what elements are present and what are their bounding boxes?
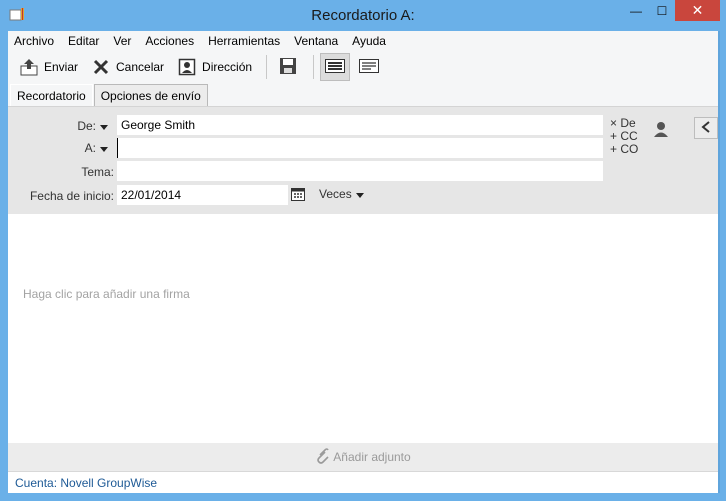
chevron-left-icon <box>701 120 711 136</box>
send-icon <box>18 57 40 77</box>
address-book-button[interactable]: Dirección <box>172 53 256 81</box>
from-dropdown-icon <box>100 125 108 130</box>
application-window: Recordatorio A: — ☐ ✕ Archivo Editar Ver… <box>0 0 726 501</box>
subject-label: Tema: <box>81 165 114 179</box>
tab-opciones-envio[interactable]: Opciones de envío <box>93 84 208 106</box>
cancel-label: Cancelar <box>116 60 165 74</box>
cancel-icon <box>90 57 112 77</box>
tab-strip: Recordatorio Opciones de envío <box>8 83 718 107</box>
paperclip-icon <box>315 447 330 467</box>
send-button[interactable]: Enviar <box>14 53 82 81</box>
send-label: Enviar <box>44 60 79 74</box>
toolbar-separator <box>266 55 268 79</box>
form-view-icon <box>325 58 346 76</box>
side-panel-toggle-button[interactable] <box>694 117 718 139</box>
close-button[interactable]: ✕ <box>675 0 720 21</box>
to-dropdown-icon <box>100 147 108 152</box>
attach-label: Añadir adjunto <box>333 450 411 464</box>
text-view-icon <box>359 58 380 76</box>
from-field[interactable]: George Smith <box>117 115 603 135</box>
menu-editar[interactable]: Editar <box>68 34 99 48</box>
from-label: De: <box>77 119 96 133</box>
recurrence-dropdown[interactable]: Veces <box>319 187 364 201</box>
address-options: × De + CC + CO <box>610 117 638 156</box>
address-book-label: Dirección <box>202 60 253 74</box>
to-label-group[interactable]: A: <box>68 141 108 155</box>
recurrence-dropdown-icon <box>355 193 364 198</box>
message-body[interactable]: Haga clic para añadir una firma <box>8 214 718 443</box>
start-date-label: Fecha de inicio: <box>29 189 114 203</box>
minimize-button[interactable]: — <box>623 0 649 21</box>
address-book-icon <box>176 57 198 77</box>
tab-recordatorio[interactable]: Recordatorio <box>10 84 93 106</box>
menu-ayuda[interactable]: Ayuda <box>352 34 386 48</box>
toolbar-separator <box>313 55 315 79</box>
menu-bar: Archivo Editar Ver Acciones Herramientas… <box>8 31 718 51</box>
title-bar[interactable]: Recordatorio A: — ☐ ✕ <box>0 0 726 31</box>
account-status: Cuenta: Novell GroupWise <box>15 475 158 490</box>
window-edge <box>718 31 720 493</box>
view-header-toggle[interactable] <box>320 53 351 81</box>
menu-ventana[interactable]: Ventana <box>294 34 338 48</box>
recurrence-label: Veces <box>319 187 352 201</box>
status-bar: Cuenta: Novell GroupWise <box>8 471 718 493</box>
attachment-bar[interactable]: Añadir adjunto <box>8 443 718 471</box>
cancel-button[interactable]: Cancelar <box>86 53 168 81</box>
to-label: A: <box>84 141 96 155</box>
to-field[interactable] <box>117 138 603 158</box>
message-header: De: George Smith A: Tema: Fecha de inici… <box>8 107 718 214</box>
menu-acciones[interactable]: Acciones <box>145 34 194 48</box>
save-button[interactable] <box>273 53 303 81</box>
menu-archivo[interactable]: Archivo <box>14 34 54 48</box>
start-date-field[interactable]: 22/01/2014 <box>117 185 288 205</box>
save-icon <box>279 57 297 78</box>
view-text-toggle[interactable] <box>354 53 384 81</box>
toolbar: Enviar Cancelar Dirección <box>8 51 718 83</box>
client-area: Archivo Editar Ver Acciones Herramientas… <box>8 31 718 493</box>
from-label-group[interactable]: De: <box>68 119 108 133</box>
contact-person-icon[interactable] <box>653 121 669 140</box>
menu-herramientas[interactable]: Herramientas <box>208 34 280 48</box>
signature-hint[interactable]: Haga clic para añadir una firma <box>23 287 190 301</box>
maximize-button[interactable]: ☐ <box>649 0 675 21</box>
window-title: Recordatorio A: <box>311 7 415 24</box>
address-option-co[interactable]: + CO <box>610 143 638 156</box>
menu-ver[interactable]: Ver <box>113 34 131 48</box>
subject-field[interactable] <box>117 161 603 181</box>
calendar-icon[interactable] <box>291 188 305 204</box>
